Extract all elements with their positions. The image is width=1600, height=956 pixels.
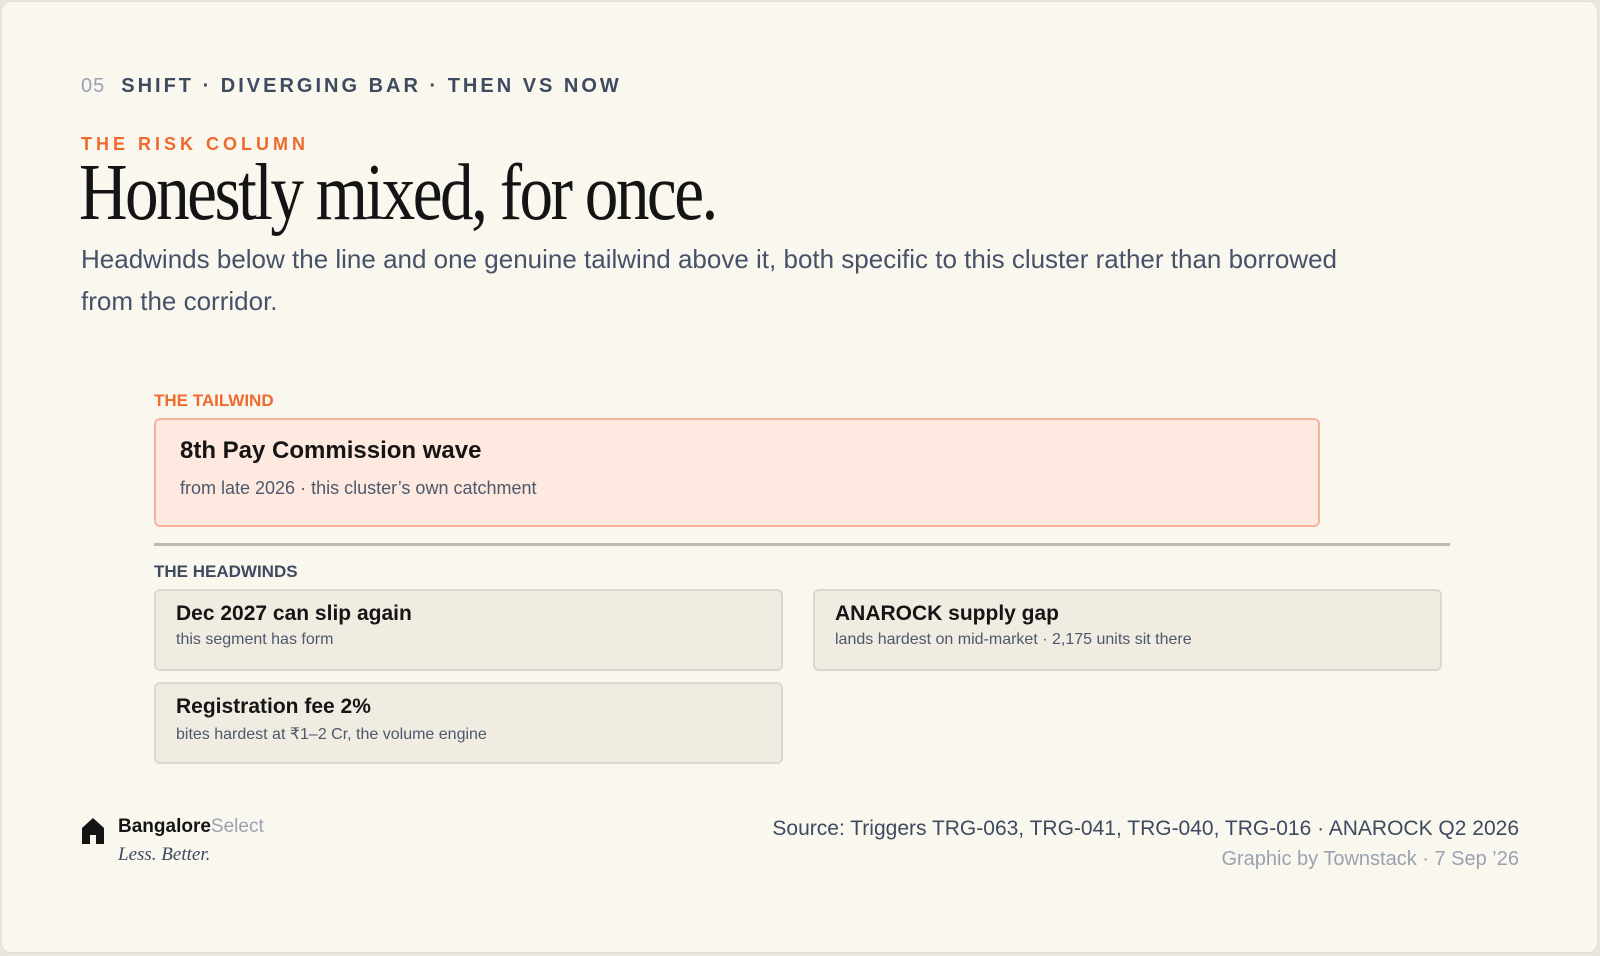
house-icon: [82, 818, 104, 844]
headwinds-label: THE HEADWINDS: [154, 562, 298, 581]
headwind-title: Registration fee 2%: [176, 695, 371, 718]
tailwind-detail: from late 2026 · this cluster’s own catc…: [180, 478, 537, 498]
headwind-box: Dec 2027 can slip again this segment has…: [154, 589, 783, 671]
page-title: Honestly mixed, for once.: [79, 149, 718, 237]
kicker: 05 SHIFT · DIVERGING BAR · THEN VS NOW: [81, 75, 622, 98]
brand-name-bold: Bangalore: [118, 816, 211, 837]
brand-name-light: Select: [210, 816, 264, 837]
tailwind-title: 8th Pay Commission wave: [180, 437, 482, 464]
headwind-box: ANAROCK supply gap lands hardest on mid-…: [813, 589, 1442, 671]
tailwind-box: 8th Pay Commission wave from late 2026 ·…: [154, 418, 1320, 527]
divider-line: [154, 543, 1450, 546]
brand-tagline: Less. Better.: [118, 844, 211, 865]
headwind-detail: bites hardest at ₹1–2 Cr, the volume eng…: [176, 726, 487, 743]
source-note: Source: Triggers TRG-063, TRG-041, TRG-0…: [772, 817, 1519, 840]
headwind-detail: lands hardest on mid-market · 2,175 unit…: [835, 631, 1192, 648]
graphic-card: 05 SHIFT · DIVERGING BAR · THEN VS NOW TH…: [1, 1, 1598, 953]
section-number: 05: [81, 75, 106, 97]
headwind-title: Dec 2027 can slip again: [176, 602, 412, 625]
credit-line: Graphic by Townstack · 7 Sep ’26: [1221, 848, 1519, 870]
headwind-detail: this segment has form: [176, 631, 334, 648]
headwind-title: ANAROCK supply gap: [835, 602, 1060, 625]
brand-name: BangaloreSelect: [118, 816, 264, 838]
kicker-text: SHIFT · DIVERGING BAR · THEN VS NOW: [121, 75, 622, 97]
tailwind-label: THE TAILWIND: [154, 391, 274, 410]
subtitle: Headwinds below the line and one genuine…: [81, 244, 1337, 316]
headwind-box: Registration fee 2% bites hardest at ₹1–…: [154, 682, 783, 764]
